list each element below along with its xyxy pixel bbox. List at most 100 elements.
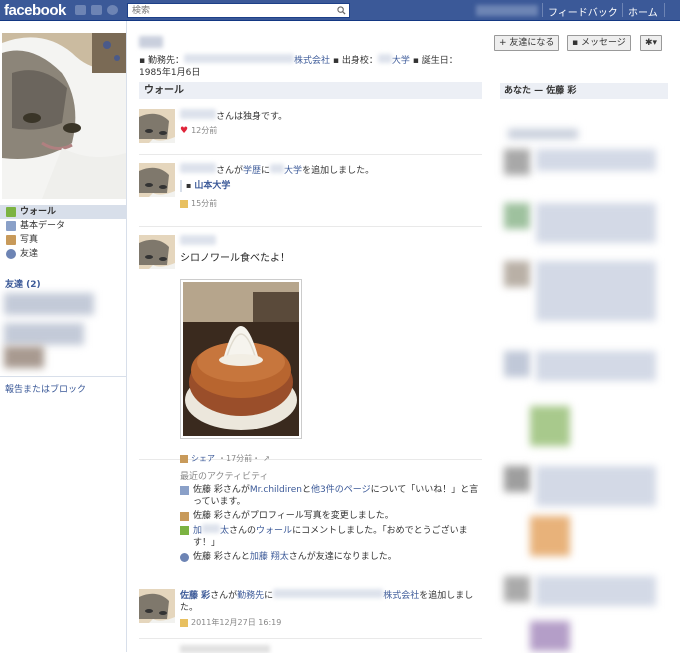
activity-row: 佐藤 彩さんと加藤 翔太さんが友達になりました。	[180, 551, 480, 563]
school-link[interactable]: 大学	[392, 56, 410, 66]
friend-item-blurred[interactable]	[4, 346, 44, 368]
add-friend-button[interactable]: + 友達になる	[494, 35, 560, 51]
user-name-link[interactable]: 太	[220, 526, 229, 536]
activity-text: さんの	[229, 526, 257, 536]
nav-wall[interactable]: ウォール	[0, 205, 127, 219]
story-time[interactable]: 15分前	[191, 198, 217, 210]
activity-title: 最近のアクティビティ	[180, 472, 269, 482]
divider	[664, 3, 665, 17]
birthday-value: 1985年1月6日	[139, 68, 201, 78]
school-name-link[interactable]: 山本大学	[194, 180, 230, 192]
settings-dropdown-button[interactable]: ✱▾	[640, 35, 663, 51]
top-bar: facebook 検索 フィードバック ホーム	[0, 0, 680, 21]
activity-text: さんが	[222, 485, 250, 495]
profile-nav: ウォール 基本データ 写真 友達	[0, 205, 127, 261]
story-time[interactable]: 12分前	[191, 125, 217, 137]
search-input[interactable]: 検索	[127, 3, 350, 18]
activity-text: と	[302, 485, 312, 495]
school-icon: ▪	[332, 56, 339, 66]
blurred-item	[508, 129, 578, 139]
work-link[interactable]: 勤務先	[237, 591, 264, 601]
briefcase-icon: ▪	[139, 56, 146, 66]
friend-requests-icon[interactable]	[75, 5, 86, 15]
blurred-item	[536, 149, 656, 171]
nav-photos[interactable]: 写真	[0, 233, 127, 247]
blurred-photo	[504, 466, 530, 492]
notifications-icon[interactable]	[107, 5, 118, 15]
pencil-icon	[180, 619, 188, 627]
feedback-link[interactable]: フィードバック	[548, 4, 618, 19]
facebook-logo[interactable]: facebook	[4, 2, 66, 19]
page-link[interactable]: Mr.childiren	[250, 485, 302, 495]
blurred-photo	[530, 516, 570, 556]
message-button[interactable]: ▪ メッセージ	[567, 35, 631, 51]
friend-item-blurred[interactable]	[4, 323, 84, 345]
story-time[interactable]: ・17分前・	[218, 453, 260, 464]
friends-icon	[6, 249, 16, 259]
pages-link[interactable]: 他3件のページ	[311, 485, 371, 495]
messages-icon[interactable]	[91, 5, 102, 15]
search-placeholder: 検索	[132, 6, 151, 16]
avatar[interactable]	[139, 589, 175, 623]
activity-row: 加 太さんのウォールにコメントしました。「おめでとうございます！」	[180, 524, 480, 549]
left-column: ウォール 基本データ 写真 友達 友達 (2) 報告またはブロック	[0, 21, 127, 652]
report-block-link[interactable]: 報告またはブロック	[5, 382, 86, 395]
activity-text: さんがプロフィール写真を変更しました。	[222, 511, 394, 521]
story-body: さんが学歴に 大学を追加しました。 ▪ 山本大学 15分前	[180, 163, 480, 210]
school-blurred	[270, 164, 285, 173]
search-icon[interactable]	[337, 6, 346, 15]
blurred-photo	[504, 149, 530, 175]
wall-story: さんは独身です。 ♥ 12分前	[139, 109, 482, 155]
divider	[622, 3, 623, 17]
home-link[interactable]: ホーム	[628, 4, 658, 19]
profile-photo[interactable]	[2, 33, 126, 199]
birthday-icon: ▪	[412, 56, 419, 66]
blurred-photo	[530, 406, 570, 446]
share-icon	[180, 454, 188, 463]
divider	[542, 3, 543, 17]
friend-link[interactable]: 加藤 翔太	[250, 552, 289, 562]
blurred-photo	[504, 261, 530, 287]
story-photo[interactable]	[180, 279, 302, 439]
school-link[interactable]: 大学	[284, 166, 302, 176]
profile-name-blurred: 名	[139, 36, 163, 48]
avatar[interactable]	[139, 235, 175, 269]
privacy-icon[interactable]: ↗	[263, 454, 270, 463]
story-body: 佐藤 彩さんが勤務先に 株式会社を追加しました。 2011年12月27日 16:…	[180, 589, 480, 629]
share-link[interactable]: シェア	[191, 453, 215, 464]
company-blurred	[184, 54, 294, 63]
blurred-photo	[504, 351, 530, 377]
user-name-blurred[interactable]	[476, 5, 538, 16]
company-link[interactable]: 株式会社	[294, 56, 330, 66]
recent-activity: 最近のアクティビティ 佐藤 彩さんがMr.childirenと他3件のページにつ…	[180, 469, 480, 563]
friend-item-blurred[interactable]	[4, 293, 94, 315]
story-time[interactable]: 2011年12月27日 16:19	[191, 617, 281, 629]
avatar[interactable]	[139, 109, 175, 143]
school-icon: ▪	[186, 181, 192, 190]
user-name-blurred[interactable]	[180, 163, 216, 173]
activity-text: さんが友達になりました。	[288, 552, 397, 562]
pencil-icon	[180, 200, 188, 208]
nav-label: 友達	[20, 249, 39, 259]
user-name-blurred[interactable]	[180, 109, 216, 119]
nav-friends[interactable]: 友達	[0, 247, 127, 261]
nav-label: 基本データ	[20, 221, 66, 231]
gear-icon: ✱▾	[645, 38, 658, 48]
friends-heading[interactable]: 友達 (2)	[5, 277, 41, 290]
user-name-blurred[interactable]	[180, 235, 216, 245]
work-label: 勤務先：	[147, 56, 184, 66]
divider	[0, 376, 127, 377]
story-text: さんが	[210, 591, 238, 601]
education-link[interactable]: 学歴	[243, 166, 261, 176]
avatar[interactable]	[139, 163, 175, 197]
nav-info[interactable]: 基本データ	[0, 219, 127, 233]
wall-link[interactable]: ウォール	[256, 526, 292, 536]
user-name-link[interactable]: 加	[193, 526, 202, 536]
wall-heading: ウォール	[139, 82, 482, 99]
comment-icon	[180, 526, 189, 535]
blurred-item	[536, 261, 656, 321]
user-name-link[interactable]: 佐藤 彩	[180, 591, 210, 601]
add-friend-icon: +	[499, 38, 507, 48]
story-body: シロノワール食べたよ！	[180, 235, 480, 265]
company-link[interactable]: 株式会社	[383, 591, 419, 601]
